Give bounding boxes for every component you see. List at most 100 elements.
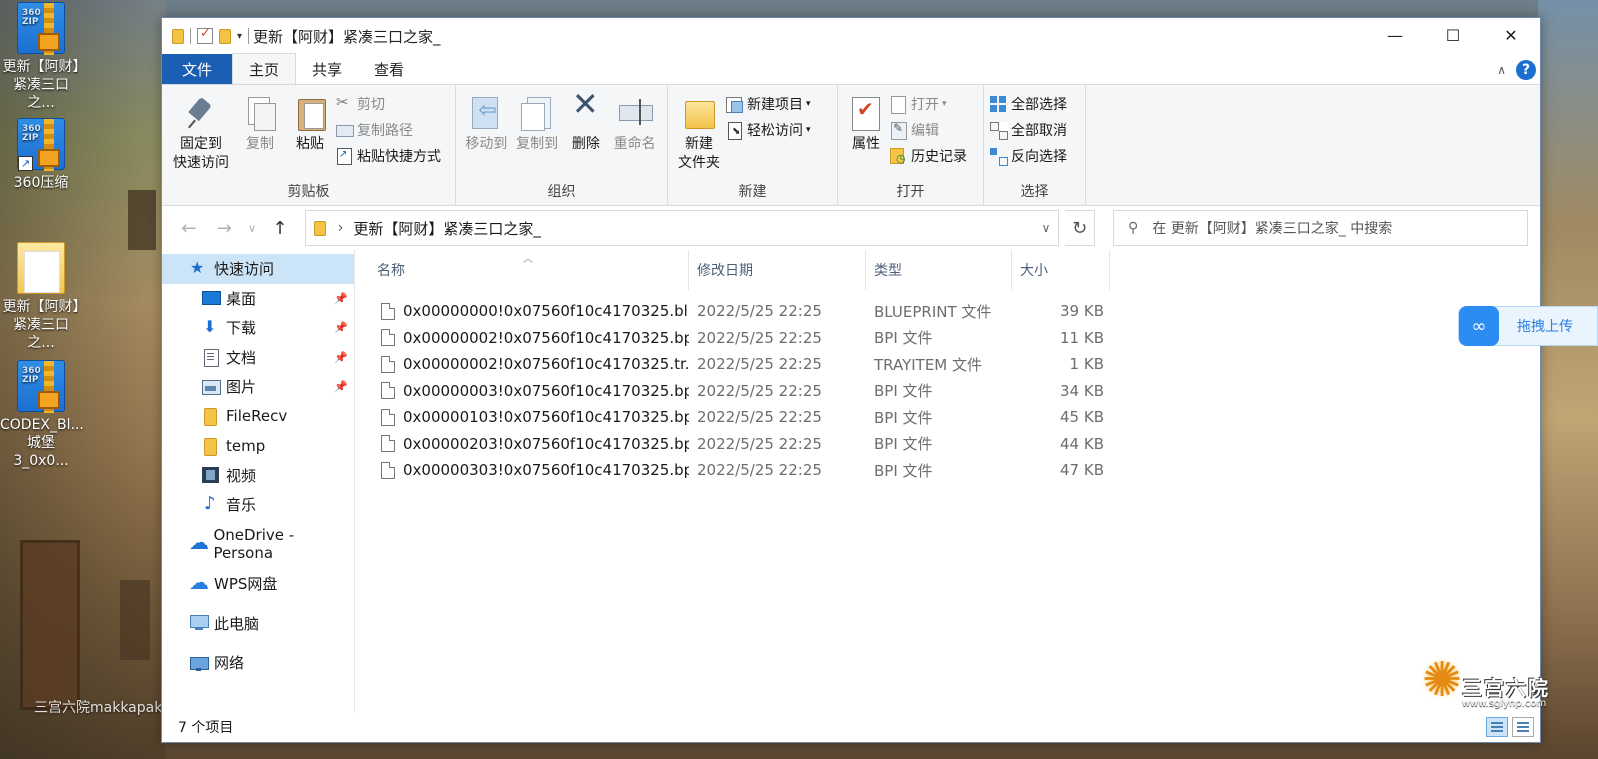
scissors-icon (336, 93, 352, 112)
file-row[interactable]: 0x00000203!0x07560f10c4170325.bpi 2022/5… (355, 431, 1540, 458)
nav-item-quick-access[interactable]: 快速访问 (162, 254, 354, 284)
new-item-button[interactable]: 新建项目 ▾ (726, 93, 811, 115)
customize-qat-dropdown-icon[interactable]: ▾ (237, 31, 242, 42)
tab-home[interactable]: 主页 (232, 53, 297, 84)
minimize-button[interactable]: — (1366, 18, 1424, 52)
tab-share[interactable]: 共享 (296, 54, 358, 84)
back-arrow-icon[interactable]: ← (174, 218, 204, 239)
button-label: 轻松访问 (747, 123, 803, 139)
recent-locations-dropdown-icon[interactable]: ∨ (245, 222, 259, 235)
nav-item-documents[interactable]: 文档 📌 (162, 343, 354, 373)
file-name: 0x00000002!0x07560f10c4170325.bpi (403, 328, 689, 347)
nav-item-music[interactable]: 音乐 (162, 490, 354, 520)
file-row[interactable]: 0x00000003!0x07560f10c4170325.bpi 2022/5… (355, 378, 1540, 405)
document-icon (202, 349, 220, 368)
nav-item-filerecv[interactable]: FileRecv (162, 402, 354, 432)
column-header-name[interactable]: 名称 (355, 250, 689, 290)
paste-shortcut-button[interactable]: 粘贴快捷方式 (336, 145, 441, 167)
forward-arrow-icon[interactable]: → (210, 218, 240, 239)
file-date: 2022/5/25 22:25 (697, 355, 822, 374)
tab-file[interactable]: 文件 (162, 54, 232, 84)
button-label: 新建 文件夹 (678, 136, 720, 171)
tab-view[interactable]: 查看 (358, 54, 420, 84)
invert-selection-button[interactable]: 反向选择 (990, 145, 1067, 167)
button-label: 固定到 快速访问 (173, 136, 229, 171)
file-type: BLUEPRINT 文件 (874, 302, 992, 321)
upload-label: 拖拽上传 (1517, 319, 1573, 335)
copy-path-button[interactable]: 复制路径 (336, 119, 441, 141)
easy-access-button[interactable]: 轻松访问▾ (726, 119, 811, 141)
chevron-right-icon[interactable]: › (338, 220, 344, 236)
file-row[interactable]: 0x00000002!0x07560f10c4170325.tr... 2022… (355, 351, 1540, 378)
pin-icon[interactable]: 📌 (334, 380, 348, 393)
new-folder-qat-icon[interactable] (219, 28, 231, 44)
nav-item-pictures[interactable]: 图片 📌 (162, 372, 354, 402)
column-header-size[interactable]: 大小 (1012, 250, 1110, 290)
open-button[interactable]: 打开 ▾ (890, 93, 967, 115)
nav-item-network[interactable]: 网络 (162, 648, 354, 678)
copy-path-icon (336, 122, 354, 138)
button-label: 复制到 (516, 136, 559, 152)
address-bar[interactable]: › 更新【阿财】紧凑三口之家_ ∨ (304, 210, 1060, 246)
select-none-button[interactable]: 全部取消 (990, 119, 1067, 141)
nav-item-wps[interactable]: WPS网盘 (162, 569, 354, 599)
group-label: 新建 (738, 184, 767, 200)
details-view-icon[interactable] (1486, 717, 1508, 737)
nav-item-videos[interactable]: 视频 (162, 461, 354, 491)
desktop-icon-codex-zip[interactable]: CODEX_Bl... 城堡3_0x0... (0, 360, 84, 470)
brand-name: 三宫六院 (1462, 676, 1550, 700)
file-row[interactable]: 0x00000002!0x07560f10c4170325.bpi 2022/5… (355, 325, 1540, 352)
address-path[interactable]: 更新【阿财】紧凑三口之家_ (353, 218, 1041, 239)
column-header-type[interactable]: 类型 (866, 250, 1012, 290)
nav-item-this-pc[interactable]: 此电脑 (162, 609, 354, 639)
column-label: 修改日期 (697, 263, 753, 279)
window-title: 更新【阿财】紧凑三口之家_ (253, 27, 441, 46)
select-all-button[interactable]: 全部选择 (990, 93, 1067, 115)
file-type: TRAYITEM 文件 (874, 355, 983, 374)
edit-button[interactable]: 编辑 (890, 119, 967, 141)
ribbon-group-new: 新建 文件夹 新建项目▾ 轻松访问▾ 新建 (668, 85, 838, 205)
nav-item-label: 视频 (226, 466, 257, 485)
button-label: 全部选择 (1011, 97, 1067, 113)
cut-button[interactable]: 剪切 (336, 93, 441, 115)
nav-item-desktop[interactable]: 桌面 📌 (162, 284, 354, 314)
up-arrow-icon[interactable]: ↑ (265, 218, 295, 239)
chevron-down-icon[interactable]: ∨ (1042, 221, 1051, 235)
history-button[interactable]: 历史记录 (890, 145, 967, 167)
wps-cloud-icon (189, 570, 209, 594)
title-bar[interactable]: ▾ 更新【阿财】紧凑三口之家_ — ☐ ✕ (162, 18, 1540, 54)
column-header-date[interactable]: 修改日期 (689, 250, 866, 290)
chevron-up-icon[interactable]: ∧ (1497, 63, 1506, 77)
ribbon-group-open: 属性 打开▾ 编辑 历史记录 打开 (838, 85, 984, 205)
large-icons-view-icon[interactable] (1512, 717, 1534, 737)
desktop-icon-360zip[interactable]: ↗ 360压缩 (0, 118, 82, 192)
desktop-icon-zip-archive[interactable]: 更新【阿财】紧凑三口之... (0, 2, 82, 112)
file-row[interactable]: 0x00000000!0x07560f10c4170325.bl... 2022… (355, 298, 1540, 325)
pin-icon[interactable]: 📌 (334, 292, 348, 305)
desktop-icon-folder[interactable]: 更新【阿财】紧凑三口之... (0, 242, 82, 352)
pin-icon[interactable]: 📌 (334, 351, 348, 364)
file-row[interactable]: 0x00000103!0x07560f10c4170325.bpi 2022/5… (355, 404, 1540, 431)
help-icon[interactable]: ? (1516, 60, 1536, 80)
file-name: 0x00000000!0x07560f10c4170325.bl... (403, 302, 689, 321)
desktop-wallpaper-right (1538, 0, 1598, 759)
nav-item-downloads[interactable]: 下载 📌 (162, 313, 354, 343)
properties-qat-icon[interactable] (197, 26, 213, 44)
nav-item-onedrive[interactable]: OneDrive - Persona (162, 526, 354, 562)
button-label: 粘贴快捷方式 (357, 149, 441, 165)
pin-icon[interactable]: 📌 (334, 321, 348, 334)
search-input[interactable]: ⚲ 在 更新【阿财】紧凑三口之家_ 中搜索 (1113, 210, 1529, 246)
file-row[interactable]: 0x00000303!0x07560f10c4170325.bpi 2022/5… (355, 457, 1540, 484)
file-size: 1 KB (1069, 355, 1104, 374)
button-label: 历史记录 (911, 149, 967, 165)
file-list: 0x00000000!0x07560f10c4170325.bl... 2022… (355, 290, 1540, 484)
close-button[interactable]: ✕ (1482, 18, 1540, 52)
folder-icon (313, 220, 326, 236)
column-label: 类型 (874, 263, 902, 279)
nav-item-temp[interactable]: temp (162, 431, 354, 461)
maximize-button[interactable]: ☐ (1424, 18, 1482, 52)
navigation-pane: 快速访问 桌面 📌 下载 📌 文档 📌 图片 📌 (162, 250, 355, 713)
drag-upload-tab[interactable]: ∞ 拖拽上传 (1458, 306, 1598, 346)
new-folder-icon (683, 95, 715, 131)
refresh-icon[interactable]: ↻ (1065, 210, 1096, 246)
